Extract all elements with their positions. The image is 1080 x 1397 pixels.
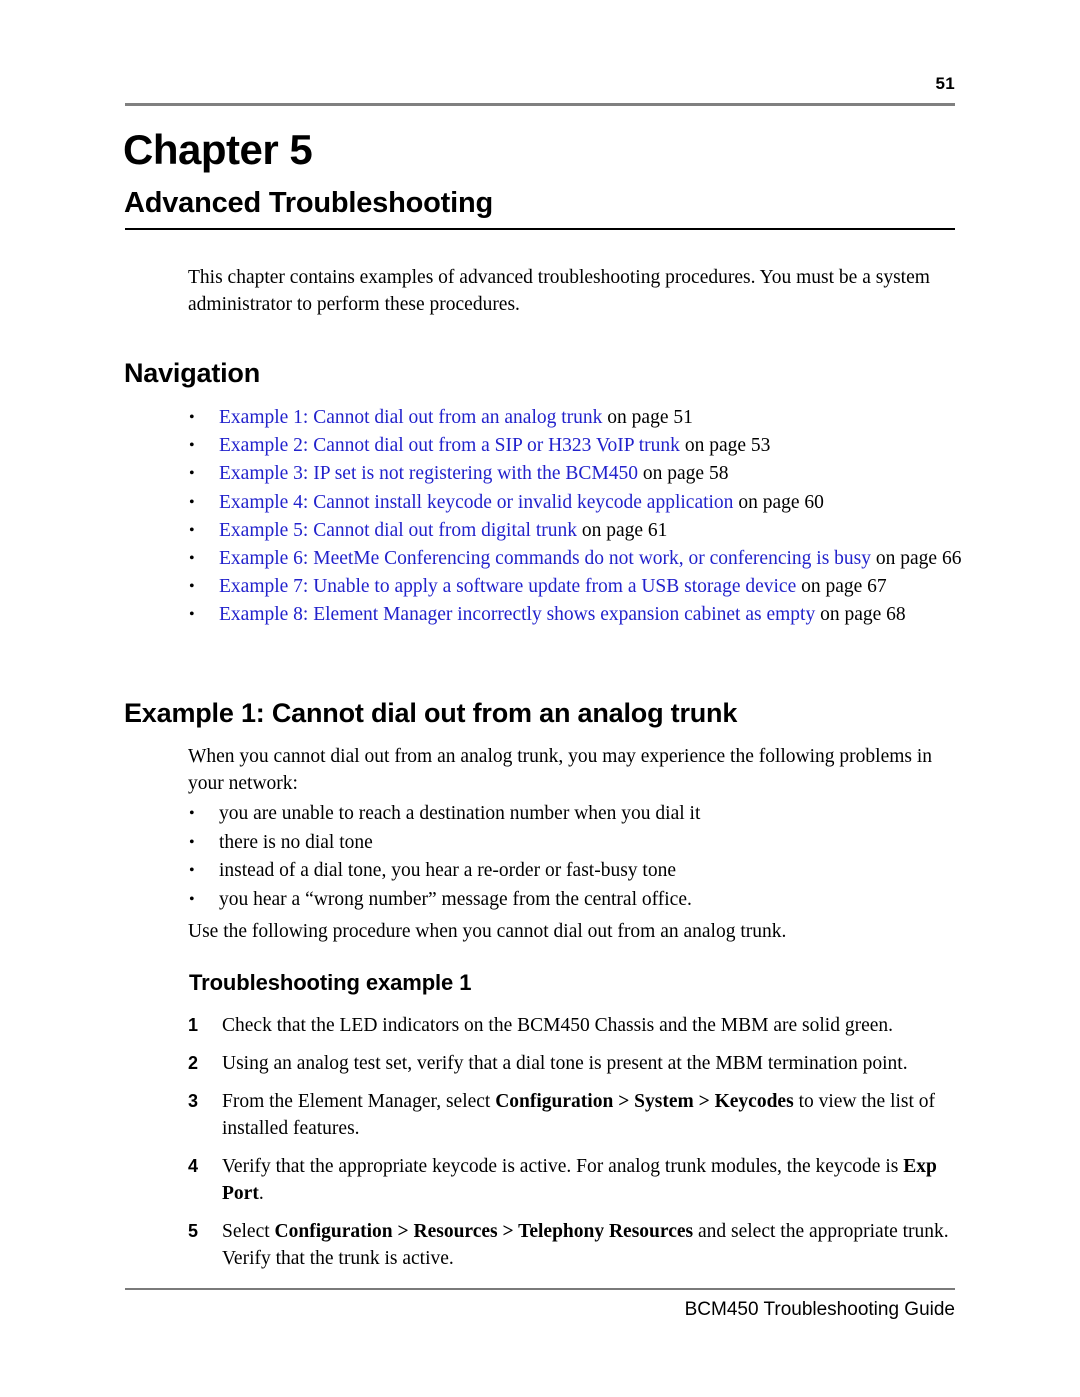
bullet-icon: • [189, 805, 195, 822]
step-text: Select [222, 1221, 275, 1242]
navigation-link[interactable]: Example 2: Cannot dial out from a SIP or… [219, 435, 680, 456]
symptom-item: • you are unable to reach a destination n… [186, 800, 956, 829]
example1-heading: Example 1: Cannot dial out from an analo… [124, 698, 738, 728]
step-emphasis-text: Configuration > System > Keycodes [495, 1091, 794, 1112]
chapter-title: Advanced Troubleshooting [124, 187, 493, 219]
navigation-heading: Navigation [124, 358, 261, 388]
navigation-link[interactable]: Example 7: Unable to apply a software up… [219, 576, 796, 597]
navigation-page-reference: on page 61 [576, 519, 668, 541]
navigation-link[interactable]: Example 5: Cannot dial out from digital … [219, 520, 577, 541]
bullet-icon: • [189, 437, 195, 455]
navigation-link[interactable]: Example 4: Cannot install keycode or inv… [219, 492, 733, 513]
step-text: Check that the LED indicators on the BCM… [222, 1015, 894, 1036]
bullet-icon: • [189, 465, 195, 483]
step-item: 4 Verify that the appropriate keycode is … [188, 1153, 956, 1207]
step-number: 4 [188, 1156, 199, 1176]
step-item: 3 From the Element Manager, select Config… [188, 1088, 956, 1142]
bullet-icon: • [189, 409, 195, 426]
navigation-link[interactable]: Example 8: Element Manager incorrectly s… [219, 604, 815, 625]
symptom-text: you are unable to reach a destination nu… [219, 803, 701, 824]
footer-rule [125, 1288, 955, 1290]
navigation-link[interactable]: Example 6: MeetMe Conferencing commands … [219, 548, 871, 569]
troubleshooting-steps-list: 1 Check that the LED indicators on the BC… [188, 1012, 956, 1283]
chapter-intro-paragraph: This chapter contains examples of advanc… [188, 267, 930, 315]
navigation-page-reference: on page 68 [815, 604, 906, 626]
title-rule [125, 228, 955, 230]
navigation-item[interactable]: • Example 5: Cannot dial out from digital… [186, 517, 964, 545]
step-number: 2 [188, 1053, 199, 1073]
navigation-item[interactable]: • Example 6: MeetMe Conferencing commands… [186, 545, 964, 573]
symptom-item: • there is no dial tone [186, 829, 956, 858]
navigation-page-reference: on page 53 [679, 435, 771, 457]
step-number: 1 [188, 1015, 199, 1035]
footer-text: BCM450 Troubleshooting Guide [684, 1299, 955, 1320]
step-item: 5 Select Configuration > Resources > Tele… [188, 1218, 956, 1272]
example1-intro-paragraph: When you cannot dial out from an analog … [188, 746, 933, 794]
navigation-page-reference: on page 60 [733, 491, 824, 513]
navigation-item[interactable]: • Example 7: Unable to apply a software u… [186, 573, 964, 601]
step-text: Using an analog test set, verify that a … [222, 1053, 908, 1074]
header-rule [125, 103, 955, 106]
step-number: 3 [188, 1091, 199, 1111]
bullet-icon: • [189, 862, 195, 879]
symptom-item: • instead of a dial tone, you hear a re-o… [186, 857, 956, 886]
bullet-icon: • [189, 833, 195, 851]
bullet-icon: • [189, 550, 195, 568]
step-text: Verify that the appropriate keycode is a… [222, 1156, 904, 1177]
navigation-page-reference: on page 58 [638, 463, 729, 485]
document-page: 51 Chapter 5 Advanced Troubleshooting Th… [0, 0, 1080, 1397]
step-text: . [258, 1183, 264, 1204]
page-number: 51 [935, 74, 955, 93]
step-item: 1 Check that the LED indicators on the BC… [188, 1012, 956, 1039]
chapter-label: Chapter 5 [123, 126, 313, 173]
symptom-text: there is no dial tone [219, 831, 373, 853]
bullet-icon: • [189, 493, 195, 511]
symptom-text: you hear a “wrong number” message from t… [219, 888, 692, 910]
navigation-list: • Example 1: Cannot dial out from an anal… [186, 404, 964, 630]
example1-symptom-list: • you are unable to reach a destination n… [186, 800, 956, 914]
bullet-icon: • [189, 890, 195, 908]
navigation-item[interactable]: • Example 1: Cannot dial out from an anal… [186, 404, 964, 432]
step-number: 5 [188, 1221, 199, 1241]
navigation-link[interactable]: Example 1: Cannot dial out from an analo… [219, 407, 602, 428]
navigation-item[interactable]: • Example 2: Cannot dial out from a SIP o… [186, 432, 964, 460]
navigation-item[interactable]: • Example 4: Cannot install keycode or in… [186, 489, 964, 517]
example1-use-procedure-line: Use the following procedure when you can… [188, 921, 787, 942]
bullet-icon: • [189, 578, 195, 596]
navigation-page-reference: on page 67 [796, 576, 887, 598]
navigation-item[interactable]: • Example 8: Element Manager incorrectly … [186, 601, 964, 629]
navigation-link[interactable]: Example 3: IP set is not registering wit… [219, 463, 638, 484]
step-text: From the Element Manager, select [222, 1091, 496, 1112]
navigation-item[interactable]: • Example 3: IP set is not registering wi… [186, 460, 964, 488]
bullet-icon: • [189, 606, 195, 624]
navigation-page-reference: on page 66 [871, 548, 962, 570]
symptom-item: • you hear a “wrong number” message from … [186, 886, 956, 915]
bullet-icon: • [189, 521, 195, 539]
step-emphasis-text: Configuration > Resources > Telephony Re… [274, 1221, 694, 1242]
troubleshooting-example-subheading: Troubleshooting example 1 [189, 970, 472, 995]
step-item: 2 Using an analog test set, verify that a… [188, 1050, 956, 1077]
navigation-page-reference: on page 51 [602, 407, 693, 428]
symptom-text: instead of a dial tone, you hear a re-or… [219, 860, 676, 881]
